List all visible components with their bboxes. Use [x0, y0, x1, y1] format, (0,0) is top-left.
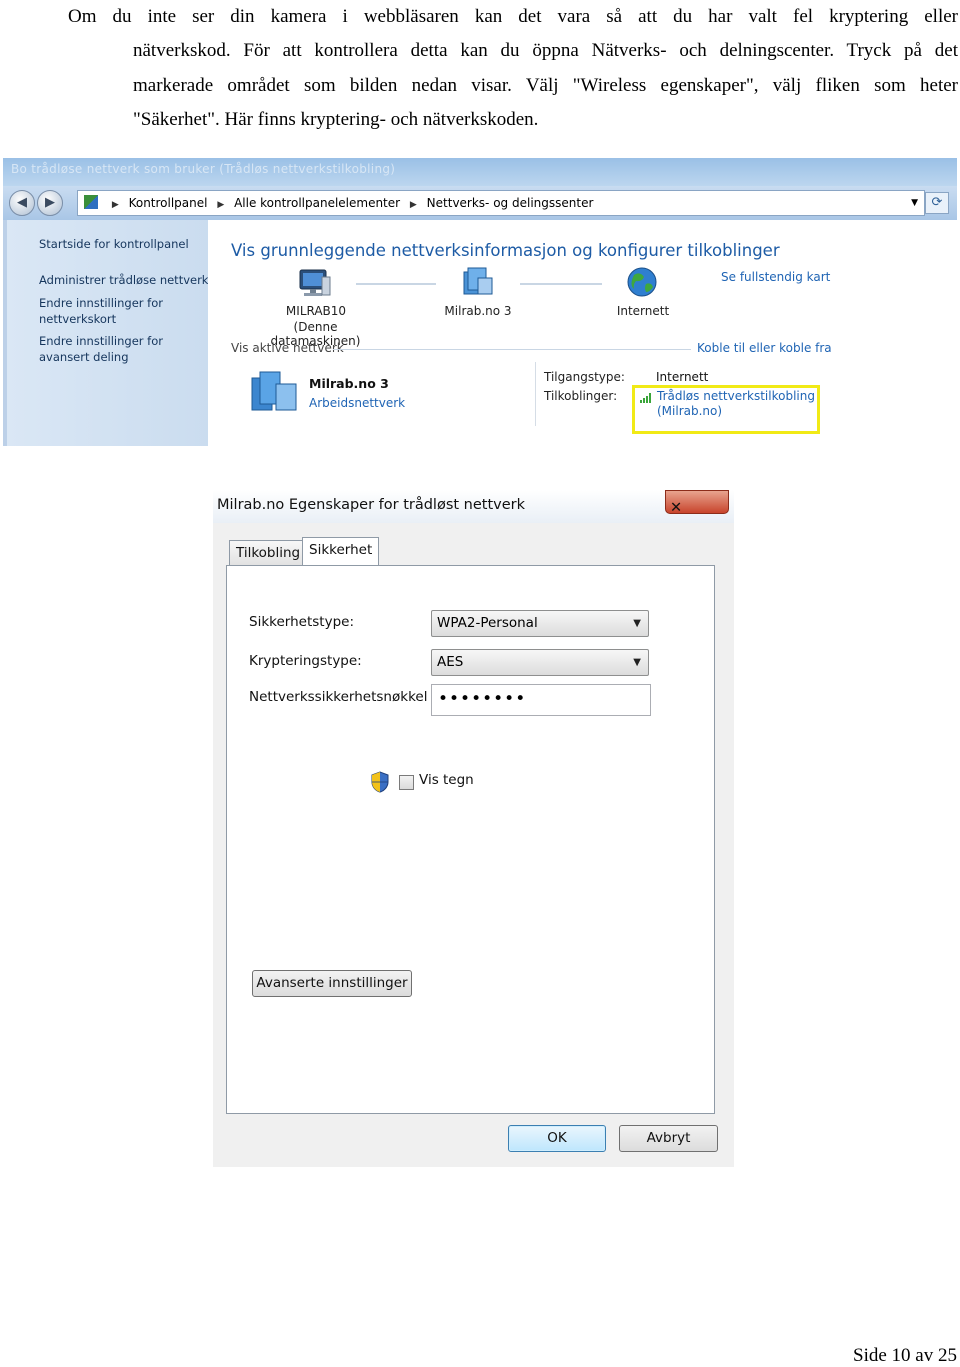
network-icon — [463, 267, 493, 295]
sidebar: Startside for kontrollpanel Administrer … — [3, 220, 212, 446]
active-network-name: Milrab.no 3 — [309, 376, 389, 391]
dialog-title: Milrab.no Egenskaper for trådløst nettve… — [217, 497, 526, 513]
globe-icon — [627, 267, 657, 297]
connections-label: Tilkoblinger: — [544, 389, 618, 403]
chevron-right-icon: ▶ — [217, 200, 225, 210]
close-icon: ✕ — [670, 500, 683, 516]
network-building-icon — [251, 371, 297, 411]
chevron-down-icon: ▼ — [633, 618, 641, 629]
highlight-box — [632, 385, 820, 434]
show-characters-label: Vis tegn — [419, 772, 474, 788]
breadcrumb-item[interactable]: Nettverks- og delingssenter — [427, 196, 594, 210]
active-networks-label: Vis aktive nettverk — [231, 341, 344, 355]
breadcrumb-item[interactable]: Alle kontrollpanelelementer — [234, 196, 400, 210]
chevron-right-icon: ▶ — [409, 200, 417, 210]
show-characters-checkbox[interactable] — [399, 775, 414, 790]
network-key-label: Nettverkssikkerhetsnøkkel — [249, 689, 428, 705]
security-type-select[interactable]: WPA2-Personal ▼ — [431, 610, 649, 637]
sidebar-home-link[interactable]: Startside for kontrollpanel — [39, 236, 209, 252]
paragraph-line-2: nätverkskod. För att kontrollera detta k… — [133, 40, 958, 62]
sidebar-item-adapter-settings[interactable]: Endre innstillinger for nettverkskort — [39, 295, 169, 327]
access-type-label: Tilgangstype: — [544, 370, 625, 384]
window-titlebar: Bo trådløse nettverk som bruker (Trådløs… — [3, 158, 957, 186]
wireless-properties-dialog: Milrab.no Egenskaper for trådløst nettve… — [213, 490, 734, 1167]
access-type-value: Internett — [656, 370, 709, 384]
computer-icon — [299, 269, 331, 296]
tab-tilkobling[interactable]: Tilkobling — [229, 540, 308, 565]
paragraph-line-3: markerade området som bilden nedan visar… — [133, 74, 958, 96]
address-bar: ◀ ▶ ▶ Kontrollpanel ▶ Alle kontrollpanel… — [3, 186, 957, 221]
security-type-value: WPA2-Personal — [437, 615, 538, 631]
divider — [535, 362, 536, 426]
network-name: Milrab.no 3 — [444, 304, 512, 318]
uac-shield-icon — [371, 771, 389, 793]
breadcrumb-item[interactable]: Kontrollpanel — [129, 196, 208, 210]
network-key-field[interactable]: •••••••• — [431, 684, 651, 716]
encryption-type-value: AES — [437, 654, 464, 670]
security-panel: Sikkerhetstype: WPA2-Personal ▼ Krypteri… — [226, 565, 715, 1114]
sidebar-item-advanced-sharing[interactable]: Endre innstillinger for avansert deling — [39, 333, 204, 365]
breadcrumb[interactable]: ▶ Kontrollpanel ▶ Alle kontrollpanelelem… — [77, 190, 925, 216]
refresh-icon[interactable]: ⟳ — [925, 192, 949, 214]
encryption-type-label: Krypteringstype: — [249, 653, 362, 669]
security-type-label: Sikkerhetstype: — [249, 614, 354, 630]
sidebar-item-manage-wireless[interactable]: Administrer trådløse nettverk — [39, 272, 209, 288]
window-title: Bo trådløse nettverk som bruker (Trådløs… — [11, 162, 396, 176]
paragraph-line-1: Om du inte ser din kamera i webbläsaren … — [68, 6, 958, 27]
page-footer: Side 10 av 25 — [853, 1345, 957, 1366]
computer-name: MILRAB10 — [285, 304, 347, 318]
main-content: Vis grunnleggende nettverksinformasjon o… — [208, 220, 957, 446]
full-map-link[interactable]: Se fullstendig kart — [721, 270, 830, 284]
paragraph-line-4: "Säkerhet". Här finns kryptering- och nä… — [133, 108, 539, 130]
page-title: Vis grunnleggende nettverksinformasjon o… — [231, 241, 780, 260]
advanced-settings-button[interactable]: Avanserte innstillinger — [252, 970, 412, 997]
dialog-body: Tilkobling Sikkerhet Sikkerhetstype: WPA… — [213, 523, 734, 1167]
connection-line — [520, 283, 602, 285]
divider — [333, 349, 691, 350]
close-button[interactable]: ✕ — [665, 490, 729, 516]
network-center-screenshot: Bo trådløse nettverk som bruker (Trådløs… — [3, 158, 957, 446]
back-arrow-icon[interactable]: ◀ — [9, 190, 35, 216]
dialog-titlebar: Milrab.no Egenskaper for trådløst nettve… — [213, 490, 734, 523]
network-key-value: •••••••• — [438, 689, 527, 709]
network-type-link[interactable]: Arbeidsnettverk — [309, 396, 405, 410]
ok-button[interactable]: OK — [508, 1125, 606, 1152]
cancel-button[interactable]: Avbryt — [619, 1125, 718, 1152]
chevron-right-icon: ▶ — [111, 200, 119, 210]
connect-disconnect-link[interactable]: Koble til eller koble fra — [697, 341, 832, 355]
forward-arrow-icon[interactable]: ▶ — [37, 190, 63, 216]
internet-label: Internett — [616, 304, 670, 318]
control-panel-icon — [84, 195, 98, 209]
chevron-down-icon[interactable]: ▼ — [911, 191, 918, 215]
encryption-type-select[interactable]: AES ▼ — [431, 649, 649, 676]
intro-paragraph: Om du inte ser din kamera i webbläsaren … — [68, 0, 958, 137]
tab-sikkerhet[interactable]: Sikkerhet — [302, 537, 380, 565]
connection-line — [356, 283, 436, 285]
chevron-down-icon: ▼ — [633, 657, 641, 668]
